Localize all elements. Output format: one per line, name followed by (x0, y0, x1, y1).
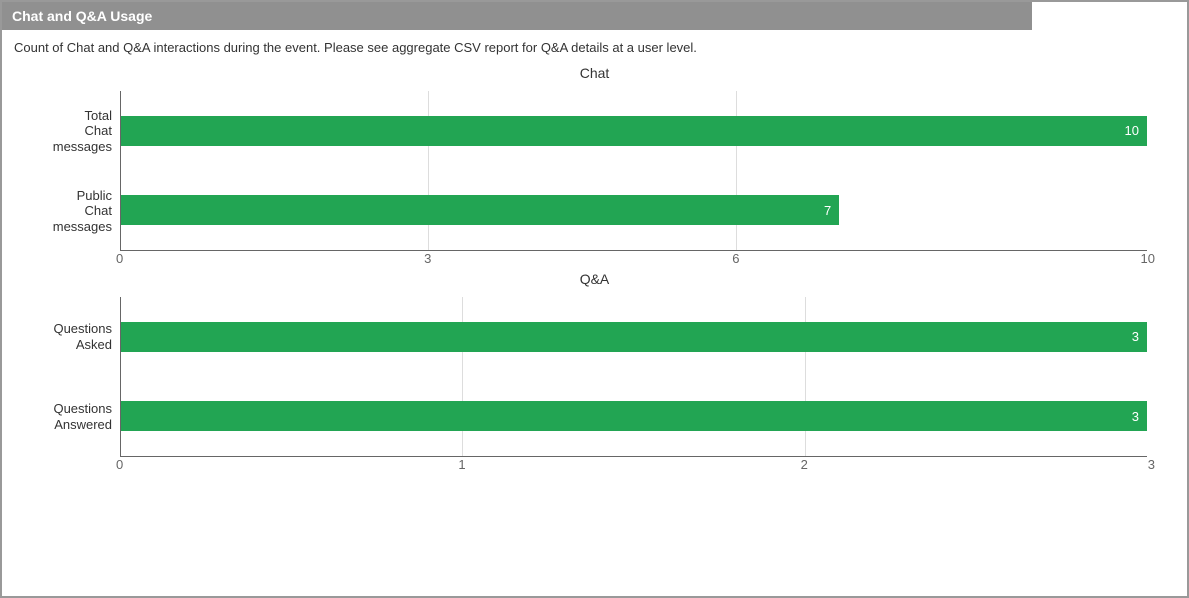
plot-area: 10 7 (120, 91, 1147, 251)
y-label: TotalChatmessages (12, 91, 112, 171)
panel-title: Chat and Q&A Usage (2, 2, 1032, 30)
x-tick: 3 (1148, 457, 1155, 472)
panel-description: Count of Chat and Q&A interactions durin… (2, 30, 1187, 61)
bar: 10 (121, 116, 1147, 146)
y-label: QuestionsAnswered (12, 377, 112, 457)
chart-qa: QuestionsAsked QuestionsAnswered 3 3 (2, 297, 1187, 457)
panel: Chat and Q&A Usage Count of Chat and Q&A… (0, 0, 1189, 598)
plot-area: 3 3 (120, 297, 1147, 457)
bar: 3 (121, 401, 1147, 431)
x-tick: 3 (424, 251, 431, 266)
y-label: PublicChatmessages (12, 171, 112, 251)
x-tick: 10 (1141, 251, 1155, 266)
x-tick: 2 (801, 457, 808, 472)
chart-title: Q&A (2, 271, 1187, 287)
y-label: QuestionsAsked (12, 297, 112, 377)
x-tick: 0 (116, 251, 123, 266)
y-axis-labels: TotalChatmessages PublicChatmessages (12, 91, 120, 251)
y-axis-labels: QuestionsAsked QuestionsAnswered (12, 297, 120, 457)
chart-title: Chat (2, 65, 1187, 81)
x-tick: 6 (732, 251, 739, 266)
x-tick: 0 (116, 457, 123, 472)
bar: 7 (121, 195, 839, 225)
chart-chat: TotalChatmessages PublicChatmessages 10 … (2, 91, 1187, 251)
bar: 3 (121, 322, 1147, 352)
x-tick: 1 (458, 457, 465, 472)
